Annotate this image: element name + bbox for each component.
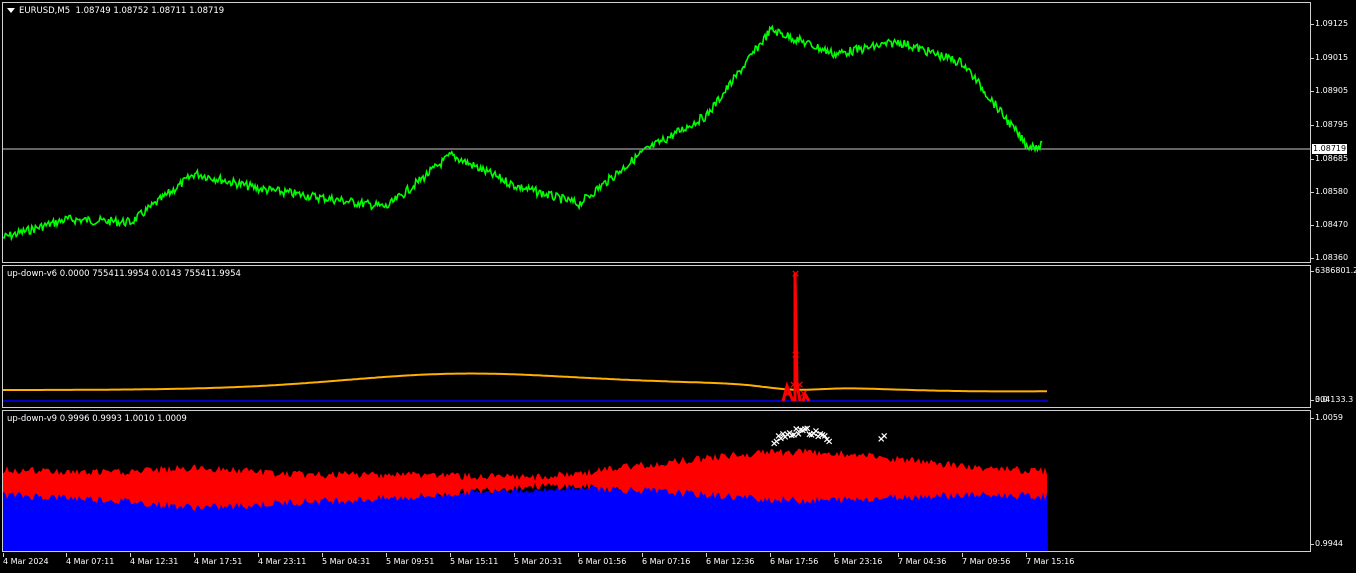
price-chart-pane[interactable]: EURUSD,M5 1.08749 1.08752 1.08711 1.0871… (2, 2, 1311, 263)
v6-spike-marker: × (791, 267, 800, 280)
time-tick: 4 Mar 17:51 (194, 553, 243, 566)
price-tick: 1.08470 (1310, 220, 1349, 229)
time-tick: 5 Mar 04:31 (322, 553, 371, 566)
v9-white-marker: × (880, 431, 888, 442)
time-tick: 4 Mar 23:11 (258, 553, 307, 566)
indicator-v6-axis: 6386801.2 304133.3 0.0 (1310, 265, 1356, 408)
price-tick: 1.08905 (1310, 86, 1349, 95)
price-tick: 1.08360 (1310, 253, 1349, 262)
v6-tick-top: 6386801.2 (1310, 266, 1356, 275)
indicator-v6-label: up-down-v6 0.0000 755411.9954 0.0143 755… (7, 269, 241, 279)
symbol-header: EURUSD,M5 1.08749 1.08752 1.08711 1.0871… (7, 6, 224, 16)
v6-spike-marker: × (791, 348, 800, 361)
v9-tick-bottom: 0.9944 (1311, 539, 1343, 548)
price-series-line (3, 24, 1043, 242)
price-axis: 1.09125 1.09015 1.08905 1.08795 1.08685 … (1310, 2, 1356, 263)
v6-spike-marker: × (799, 387, 808, 400)
time-tick: 6 Mar 12:36 (706, 553, 755, 566)
time-tick: 6 Mar 23:16 (834, 553, 883, 566)
indicator-v9-axis: 1.0059 0.9944 (1311, 410, 1356, 552)
indicator-up-down-v9-pane[interactable]: × × × × × × × × × × × × × × × × × × × × × × × × × × × × up-down-v9 … (2, 410, 1311, 552)
time-tick: 4 Mar 07:11 (66, 553, 115, 566)
time-tick: 4 Mar 12:31 (130, 553, 179, 566)
ohlc-values: 1.08749 1.08752 1.08711 1.08719 (75, 6, 225, 16)
time-tick: 7 Mar 04:36 (898, 553, 947, 566)
current-price-tag: 1.08719 (1312, 144, 1348, 154)
collapse-triangle-icon[interactable] (7, 8, 15, 13)
time-tick: 5 Mar 09:51 (386, 553, 435, 566)
time-tick: 7 Mar 09:56 (962, 553, 1011, 566)
indicator-up-down-v6-pane[interactable]: × × × × × × up-down-v6 0.0000 755411.9954 0.0… (2, 265, 1311, 408)
time-tick: 6 Mar 01:56 (578, 553, 627, 566)
price-tick: 1.08795 (1310, 120, 1349, 129)
time-tick: 5 Mar 20:31 (514, 553, 563, 566)
symbol-title: EURUSD,M5 (19, 6, 71, 16)
time-tick: 4 Mar 2024 (3, 553, 49, 566)
time-tick: 6 Mar 07:16 (642, 553, 691, 566)
v9-white-marker: × (825, 437, 833, 448)
price-chart-svg (3, 24, 1310, 242)
indicator-v9-svg: ×××××××××××××××××××××××××× ×× (3, 424, 1048, 551)
v9-tick-top: 1.0059 (1311, 413, 1343, 422)
time-tick: 7 Mar 15:16 (1026, 553, 1075, 566)
price-tick: 1.09015 (1310, 53, 1349, 62)
time-tick: 5 Mar 15:11 (450, 553, 499, 566)
time-axis: 4 Mar 2024 4 Mar 07:11 4 Mar 12:31 4 Mar… (0, 553, 1312, 573)
time-tick: 6 Mar 17:56 (770, 553, 819, 566)
indicator-v6-svg: ××××× × (3, 267, 1048, 402)
v9-white-markers: ×××××××××××××××××××××××××× ×× (770, 424, 888, 450)
v6-main-line (3, 372, 1047, 393)
price-tick: 1.08580 (1310, 187, 1349, 196)
v6-spike-marker: × (783, 387, 792, 400)
price-tick: 1.08685 (1310, 154, 1349, 163)
v6-tick-bottom: 0.0 (1311, 395, 1328, 404)
price-tick: 1.09125 (1310, 19, 1349, 28)
indicator-v9-label: up-down-v9 0.9996 0.9993 1.0010 1.0009 (7, 414, 187, 424)
